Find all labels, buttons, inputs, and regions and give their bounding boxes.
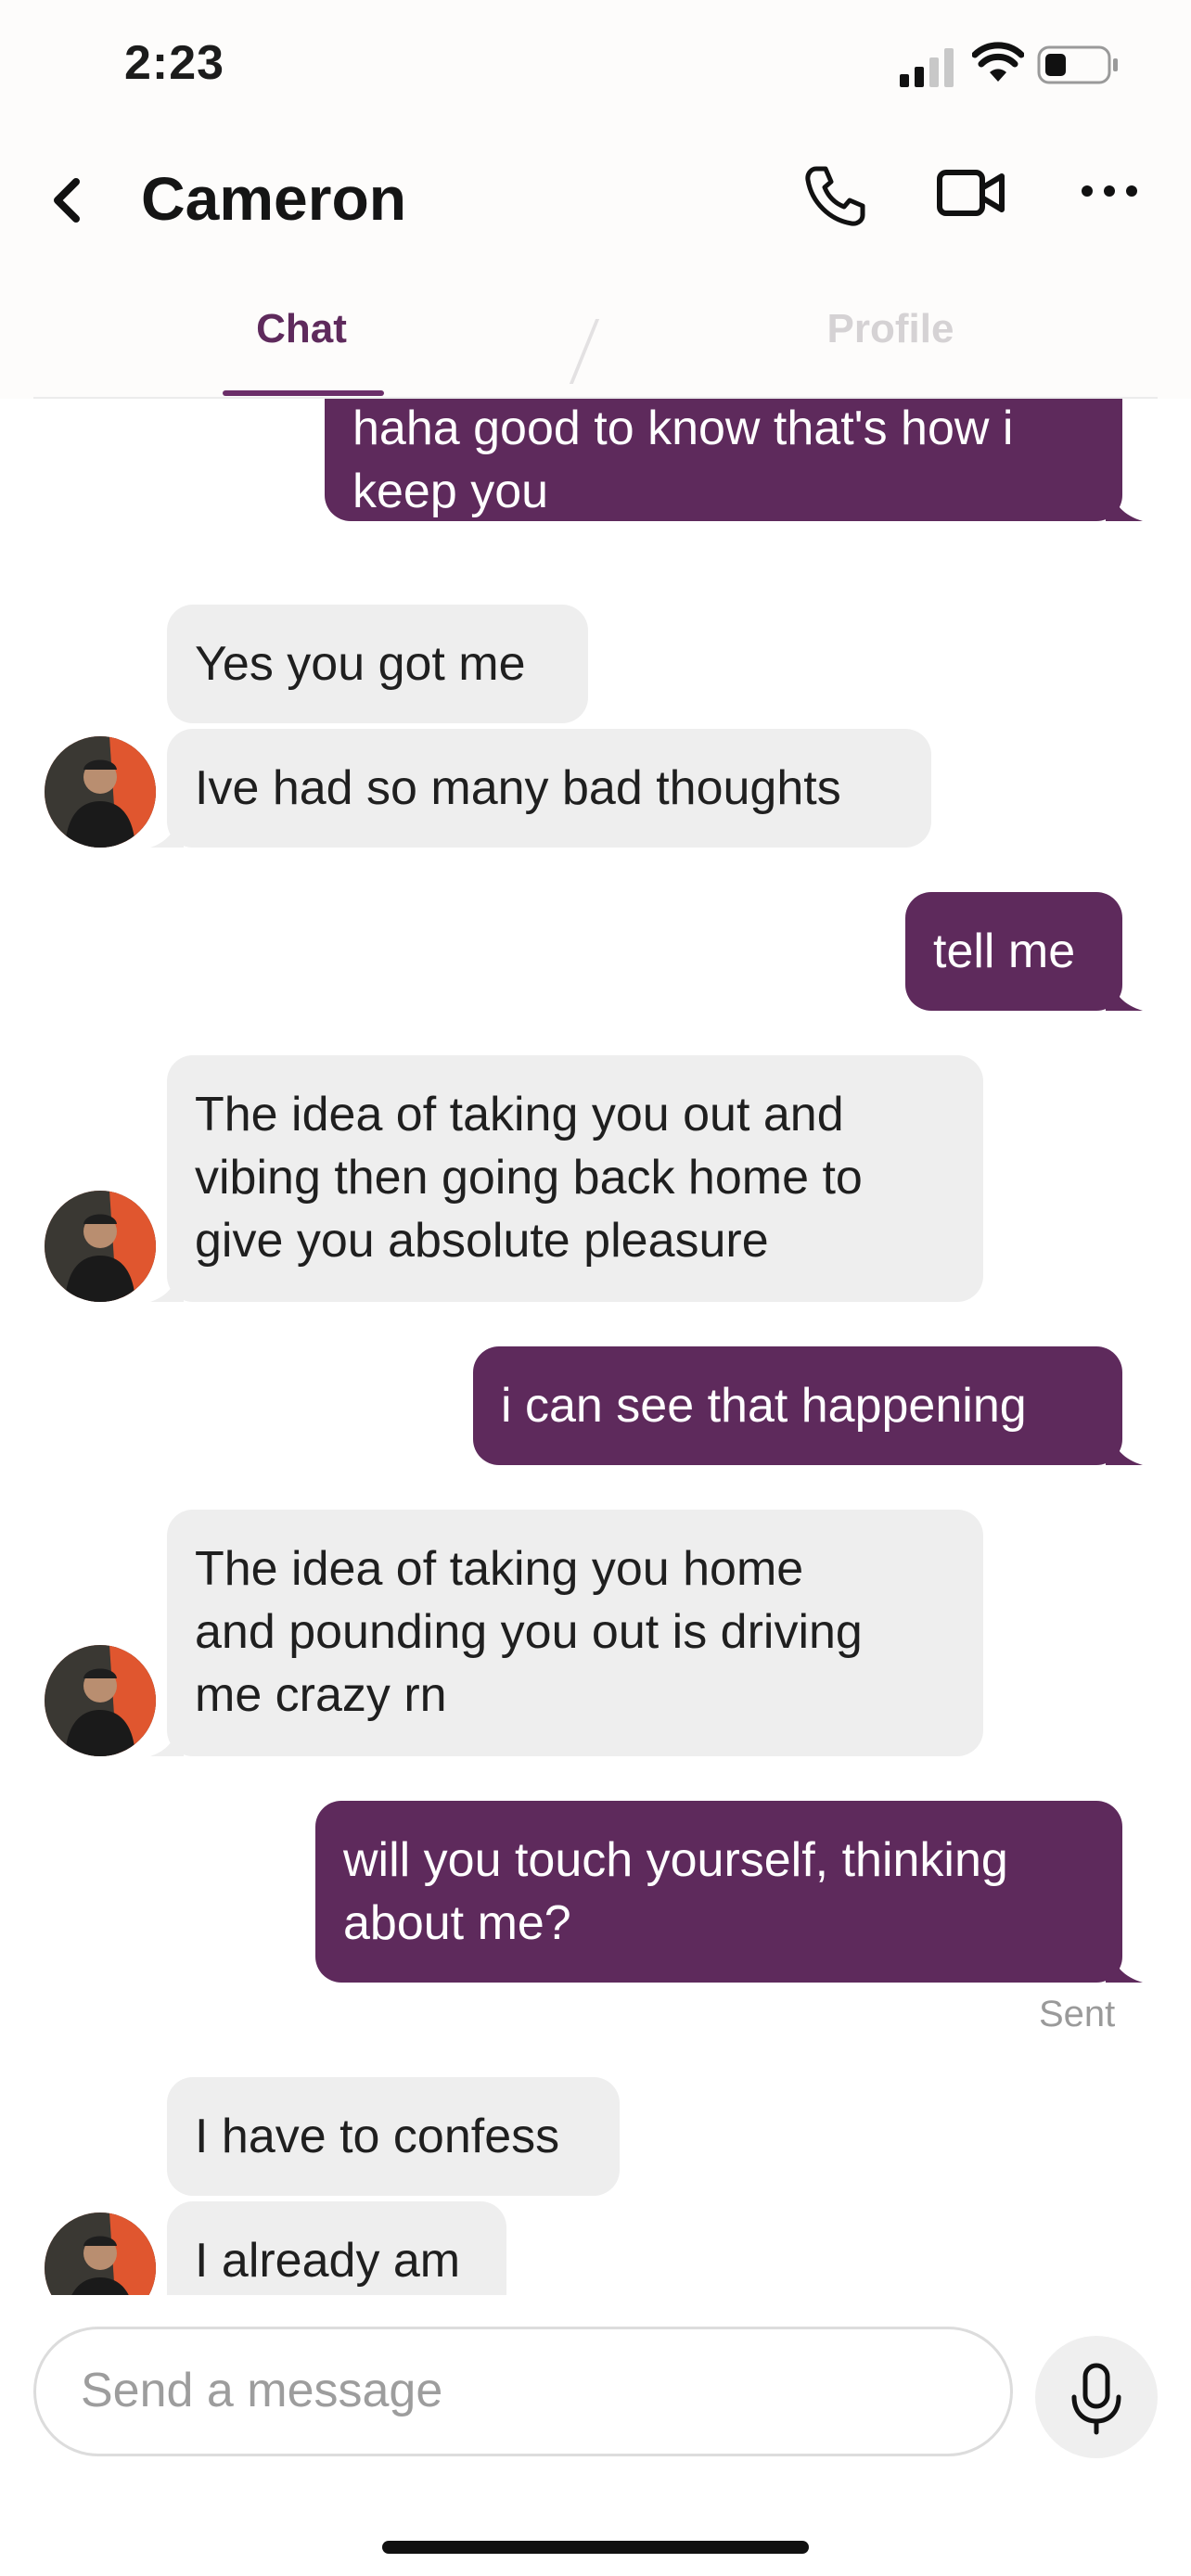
tab-chat[interactable]: Chat [223,306,380,352]
message-text: Yes you got me [195,637,526,691]
message-text: i can see that happening [501,1379,1027,1433]
bubble-tail [150,1723,184,1756]
battery-icon [1037,45,1118,84]
message-text: The idea of taking you out and [195,1088,844,1141]
outgoing-message[interactable]: tell me [905,892,1143,1011]
incoming-message[interactable]: The idea of taking you home and pounding… [150,1510,983,1756]
voice-message-button[interactable] [1035,2336,1158,2458]
message-list[interactable]: haha good to know that's how i keep you … [0,399,1191,2295]
incoming-message[interactable]: The idea of taking you out and vibing th… [150,1055,983,1302]
avatar-photo [45,736,156,848]
avatar-photo [45,1191,156,1302]
message-text: and pounding you out is driving [195,1605,863,1659]
incoming-message[interactable]: I have to confess [167,2077,620,2196]
contact-avatar[interactable] [45,736,156,848]
active-tab-indicator [223,390,384,396]
incoming-message[interactable]: Ive had so many bad thoughts [150,729,931,848]
message-composer: Send a message [0,2295,1191,2576]
wifi-icon [972,42,1024,82]
phone-icon[interactable] [801,163,868,230]
contact-avatar[interactable] [45,2213,156,2295]
message-text: give you absolute pleasure [195,1214,769,1268]
incoming-message[interactable]: Yes you got me [167,605,588,723]
tab-profile[interactable]: Profile [798,306,983,352]
outgoing-message[interactable]: i can see that happening [473,1346,1143,1465]
message-text: vibing then going back home to [195,1151,863,1205]
bubble-tail [1106,1949,1143,1983]
message-text: tell me [933,925,1076,978]
incoming-message[interactable]: I already am [167,2201,506,2295]
status-time: 2:23 [124,36,225,90]
bubble-tail [1106,977,1143,1011]
message-input[interactable]: Send a message [33,2327,1013,2456]
message-text: will you touch yourself, thinking [343,1833,1008,1887]
outgoing-message[interactable]: will you touch yourself, thinking about … [315,1801,1143,1983]
message-text: keep you [352,465,549,518]
bubble-tail [150,814,184,848]
home-indicator[interactable] [382,2541,809,2554]
tab-bar: Chat Profile [0,278,1191,399]
cellular-signal-icon [900,48,954,87]
outgoing-message[interactable]: haha good to know that's how i keep you [325,399,1143,521]
bubble-tail [1106,488,1143,521]
message-text: Ive had so many bad thoughts [195,761,841,815]
avatar-photo [45,2213,156,2295]
contact-avatar[interactable] [45,1191,156,1302]
microphone-icon [1071,2363,1121,2435]
message-text: I have to confess [195,2110,560,2163]
bubble-tail [1106,1432,1143,1465]
delivery-status: Sent [1039,1994,1116,2034]
message-text: haha good to know that's how i [352,402,1014,455]
video-camera-icon[interactable] [937,165,1005,221]
message-text: me crazy rn [195,1668,447,1722]
message-text: The idea of taking you home [195,1542,804,1596]
back-chevron-icon[interactable] [45,172,91,228]
contact-name: Cameron [141,164,407,233]
message-text: about me? [343,1896,571,1950]
contact-avatar[interactable] [45,1645,156,1756]
avatar-photo [45,1645,156,1756]
more-icon[interactable] [1080,172,1139,210]
bubble-tail [150,1269,184,1302]
message-text: I already am [195,2234,461,2288]
tab-divider [569,319,600,384]
status-bar: 2:23 [0,0,1191,139]
